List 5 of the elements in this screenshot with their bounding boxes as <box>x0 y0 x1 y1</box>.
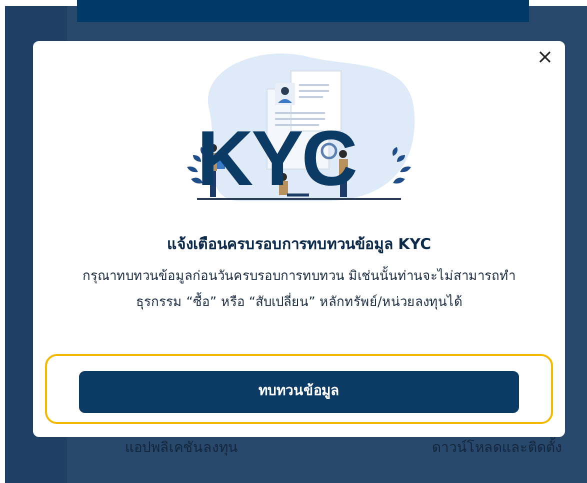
close-icon <box>539 51 551 63</box>
modal-message: กรุณาทบทวนข้อมูลก่อนวันครบรอบการทบทวน มิเช่นนั้นท่านจะไม่สามารถทำ ธุรกรรม “ซื้อ” หรือ “สับเปลี่ยน” หลักทรัพย์/หน่วยลงทุนได้ <box>59 264 539 316</box>
close-button[interactable] <box>537 49 553 65</box>
modal-title: แจ้งเตือนครบรอบการทบทวนข้อมูล KYC <box>166 234 432 256</box>
review-info-button[interactable]: ทบทวนข้อมูล <box>79 370 519 412</box>
